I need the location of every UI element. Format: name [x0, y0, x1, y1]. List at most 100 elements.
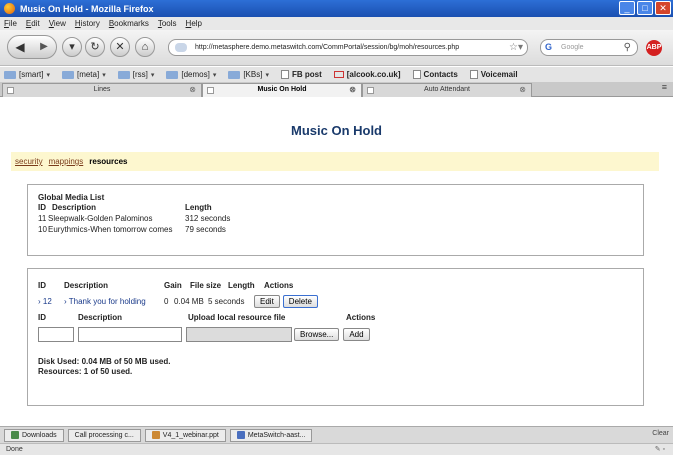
- browse-button[interactable]: Browse...: [294, 327, 340, 341]
- menu-edit[interactable]: Edit: [26, 19, 40, 28]
- sub-navigation: security mappings resources: [11, 152, 659, 171]
- menu-tools[interactable]: Tools: [158, 19, 177, 28]
- bookmark-alcook[interactable]: [alcook.co.uk]: [333, 70, 401, 79]
- resources-header-row: ID Description Gain File size Length Act…: [38, 277, 633, 293]
- bookmarks-toolbar: [smart] ▾ [meta] ▾ [rss] ▾ [demos] ▾ [KBs] ▾ …: [0, 67, 673, 82]
- menu-history[interactable]: History: [75, 19, 100, 28]
- window-titlebar: Music On Hold - Mozilla Firefox _ □ ✕: [0, 0, 673, 17]
- home-button[interactable]: ⌂: [135, 37, 155, 57]
- bookmark-folder-smart[interactable]: [smart] ▾: [4, 70, 50, 79]
- minimize-button[interactable]: _: [619, 1, 635, 15]
- document-icon: [236, 431, 245, 439]
- col-description: Description: [52, 203, 97, 212]
- bookmark-folder-meta[interactable]: [meta] ▾: [61, 70, 106, 79]
- new-description-input[interactable]: [78, 326, 182, 342]
- status-bar: Done ✎ ▫: [0, 443, 673, 455]
- maximize-button[interactable]: □: [637, 1, 653, 15]
- bookmark-folder-demos[interactable]: [demos] ▾: [166, 70, 216, 79]
- bookmark-folder-rss[interactable]: [rss] ▾: [117, 70, 154, 79]
- addon-icon[interactable]: ABP: [646, 40, 662, 56]
- resource-gain: 0: [164, 296, 169, 306]
- bookmark-contacts[interactable]: Contacts: [412, 70, 458, 79]
- downloads-icon: [11, 431, 19, 439]
- new-id-input[interactable]: [38, 326, 74, 342]
- bookmark-folder-kbs[interactable]: [KBs] ▾: [228, 70, 269, 79]
- global-media-header-row: ID Description Length: [38, 202, 633, 213]
- status-icons: ✎ ▫: [654, 446, 665, 453]
- search-icon[interactable]: ⚲: [624, 40, 631, 55]
- reload-button[interactable]: ↻: [85, 37, 105, 57]
- download-item[interactable]: MetaSwitch-aast...: [229, 428, 313, 442]
- bookmark-star-icon[interactable]: ☆▾: [509, 40, 523, 55]
- col-length: Length: [228, 280, 255, 290]
- row-id: 10: [38, 225, 47, 234]
- close-tab-icon[interactable]: ⊗: [349, 84, 356, 96]
- col-id: ID: [38, 203, 46, 212]
- col-actions: Actions: [264, 280, 294, 290]
- page-content: Music On Hold security mappings resource…: [0, 98, 673, 423]
- page-icon: [412, 70, 421, 79]
- download-item[interactable]: V4_1_webinar.ppt: [144, 428, 226, 442]
- menu-help[interactable]: Help: [186, 19, 202, 28]
- edit-button[interactable]: Edit: [254, 294, 280, 308]
- col-id: ID: [38, 312, 46, 322]
- global-media-list-panel: Global Media List ID Description Length …: [27, 184, 644, 256]
- resource-length: 5 seconds: [208, 296, 245, 306]
- list-all-tabs-icon[interactable]: ≡: [662, 82, 667, 92]
- folder-icon: [117, 70, 130, 79]
- status-text: Done: [6, 446, 23, 453]
- folder-icon: [4, 70, 16, 79]
- menu-file[interactable]: File: [4, 19, 17, 28]
- tab-strip: Lines ⊗ Music On Hold ⊗ Auto Attendant ⊗…: [0, 82, 673, 97]
- tab-auto-attendant[interactable]: Auto Attendant ⊗: [362, 83, 532, 97]
- nav-link-mappings[interactable]: mappings: [49, 157, 84, 166]
- bookmark-fb-post[interactable]: FB post: [280, 70, 322, 79]
- close-button[interactable]: ✕: [655, 1, 671, 15]
- download-item[interactable]: Call processing c...: [67, 428, 141, 442]
- col-length: Length: [185, 203, 212, 212]
- nav-current-resources: resources: [89, 157, 128, 166]
- upload-file-path-input[interactable]: [186, 326, 292, 342]
- page-icon: [280, 70, 289, 79]
- window-title: Music On Hold - Mozilla Firefox: [20, 3, 154, 14]
- close-tab-icon[interactable]: ⊗: [189, 84, 196, 96]
- url-text: http://metasphere.demo.metaswitch.com/Co…: [195, 44, 460, 51]
- back-button[interactable]: ◀: [8, 36, 32, 58]
- window-controls: _ □ ✕: [619, 1, 671, 15]
- url-bar[interactable]: http://metasphere.demo.metaswitch.com/Co…: [168, 39, 528, 56]
- downloads-bar: Downloads Call processing c... V4_1_webi…: [0, 426, 673, 443]
- downloads-button[interactable]: Downloads: [4, 428, 64, 442]
- col-id: ID: [38, 280, 46, 290]
- resource-description[interactable]: › Thank you for holding: [64, 297, 164, 306]
- close-tab-icon[interactable]: ⊗: [519, 84, 526, 96]
- resource-id[interactable]: › 12: [38, 297, 64, 306]
- powerpoint-icon: [151, 431, 160, 439]
- col-gain: Gain: [164, 280, 182, 290]
- table-row: › 12 › Thank you for holding 0 0.04 MB 5…: [38, 293, 633, 309]
- resource-count-text: Resources: 1 of 50 used.: [38, 367, 133, 376]
- row-length: 312 seconds: [185, 214, 231, 223]
- tab-lines[interactable]: Lines ⊗: [2, 83, 202, 97]
- site-identity-icon[interactable]: [175, 43, 187, 52]
- resources-panel: ID Description Gain File size Length Act…: [27, 268, 644, 406]
- forward-button[interactable]: ▶: [32, 36, 56, 58]
- table-row: 11 Sleepwalk-Golden Palominos 312 second…: [38, 213, 633, 224]
- search-input[interactable]: G Google ⚲: [540, 39, 638, 56]
- history-dropdown-button[interactable]: ▾: [62, 37, 82, 57]
- folder-icon: [228, 70, 241, 79]
- folder-icon: [61, 70, 74, 79]
- upload-header-row: ID Description Upload local resource fil…: [38, 309, 633, 325]
- bookmark-voicemail[interactable]: Voicemail: [469, 70, 518, 79]
- google-icon[interactable]: G: [545, 42, 557, 53]
- row-description: Sleepwalk-Golden Palominos: [48, 214, 153, 223]
- delete-button[interactable]: Delete: [282, 294, 318, 308]
- stop-button[interactable]: ✕: [110, 37, 130, 57]
- menu-view[interactable]: View: [49, 19, 66, 28]
- nav-link-security[interactable]: security: [15, 157, 43, 166]
- menu-bookmarks[interactable]: Bookmarks: [109, 19, 149, 28]
- clear-downloads-button[interactable]: Clear: [652, 430, 669, 437]
- favicon-icon: [207, 87, 214, 94]
- add-button[interactable]: Add: [343, 327, 370, 341]
- tab-music-on-hold[interactable]: Music On Hold ⊗: [202, 83, 362, 97]
- disk-used-text: Disk Used: 0.04 MB of 50 MB used.: [38, 357, 171, 366]
